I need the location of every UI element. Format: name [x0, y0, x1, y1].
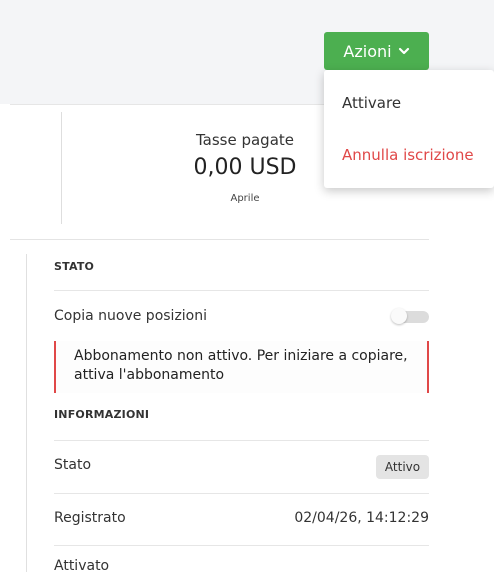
alert-text: Abbonamento non attivo. Per iniziare a c… — [74, 348, 408, 383]
copy-positions-toggle[interactable] — [391, 308, 429, 324]
row-divider — [54, 493, 429, 494]
menu-item-activate[interactable]: Attivare — [342, 94, 401, 112]
row-divider — [54, 440, 429, 441]
section-divider — [10, 239, 429, 240]
chevron-down-icon — [398, 47, 409, 55]
actions-button-label: Azioni — [343, 41, 392, 61]
status-badge: Attivo — [376, 455, 429, 479]
toggle-knob — [391, 308, 407, 324]
row-divider — [54, 290, 429, 291]
stats-divider — [61, 112, 62, 224]
status-section-title: STATO — [54, 260, 95, 273]
info-row-label: Attivato — [54, 558, 110, 572]
row-divider — [54, 545, 429, 546]
subscription-details-page: Azioni Tasse pagate 0,00 USD Aprile STAT… — [0, 0, 494, 572]
inactive-subscription-alert: Abbonamento non attivo. Per iniziare a c… — [54, 341, 429, 393]
paid-fees-period: Aprile — [230, 193, 260, 204]
left-rail-divider — [26, 254, 27, 572]
paid-fees-value: 0,00 USD — [193, 155, 297, 180]
menu-item-unsubscribe[interactable]: Annulla iscrizione — [342, 146, 474, 164]
actions-button[interactable]: Azioni — [324, 32, 429, 70]
registered-value: 02/04/26, 14:12:29 — [294, 510, 429, 526]
info-row-label: Stato — [54, 457, 92, 473]
copy-positions-label: Copia nuove posizioni — [54, 308, 208, 324]
actions-dropdown-menu: Attivare Annulla iscrizione — [324, 70, 494, 188]
info-row-label: Registrato — [54, 510, 126, 526]
info-section-title: INFORMAZIONI — [54, 408, 150, 421]
paid-fees-label: Tasse pagate — [195, 131, 295, 149]
